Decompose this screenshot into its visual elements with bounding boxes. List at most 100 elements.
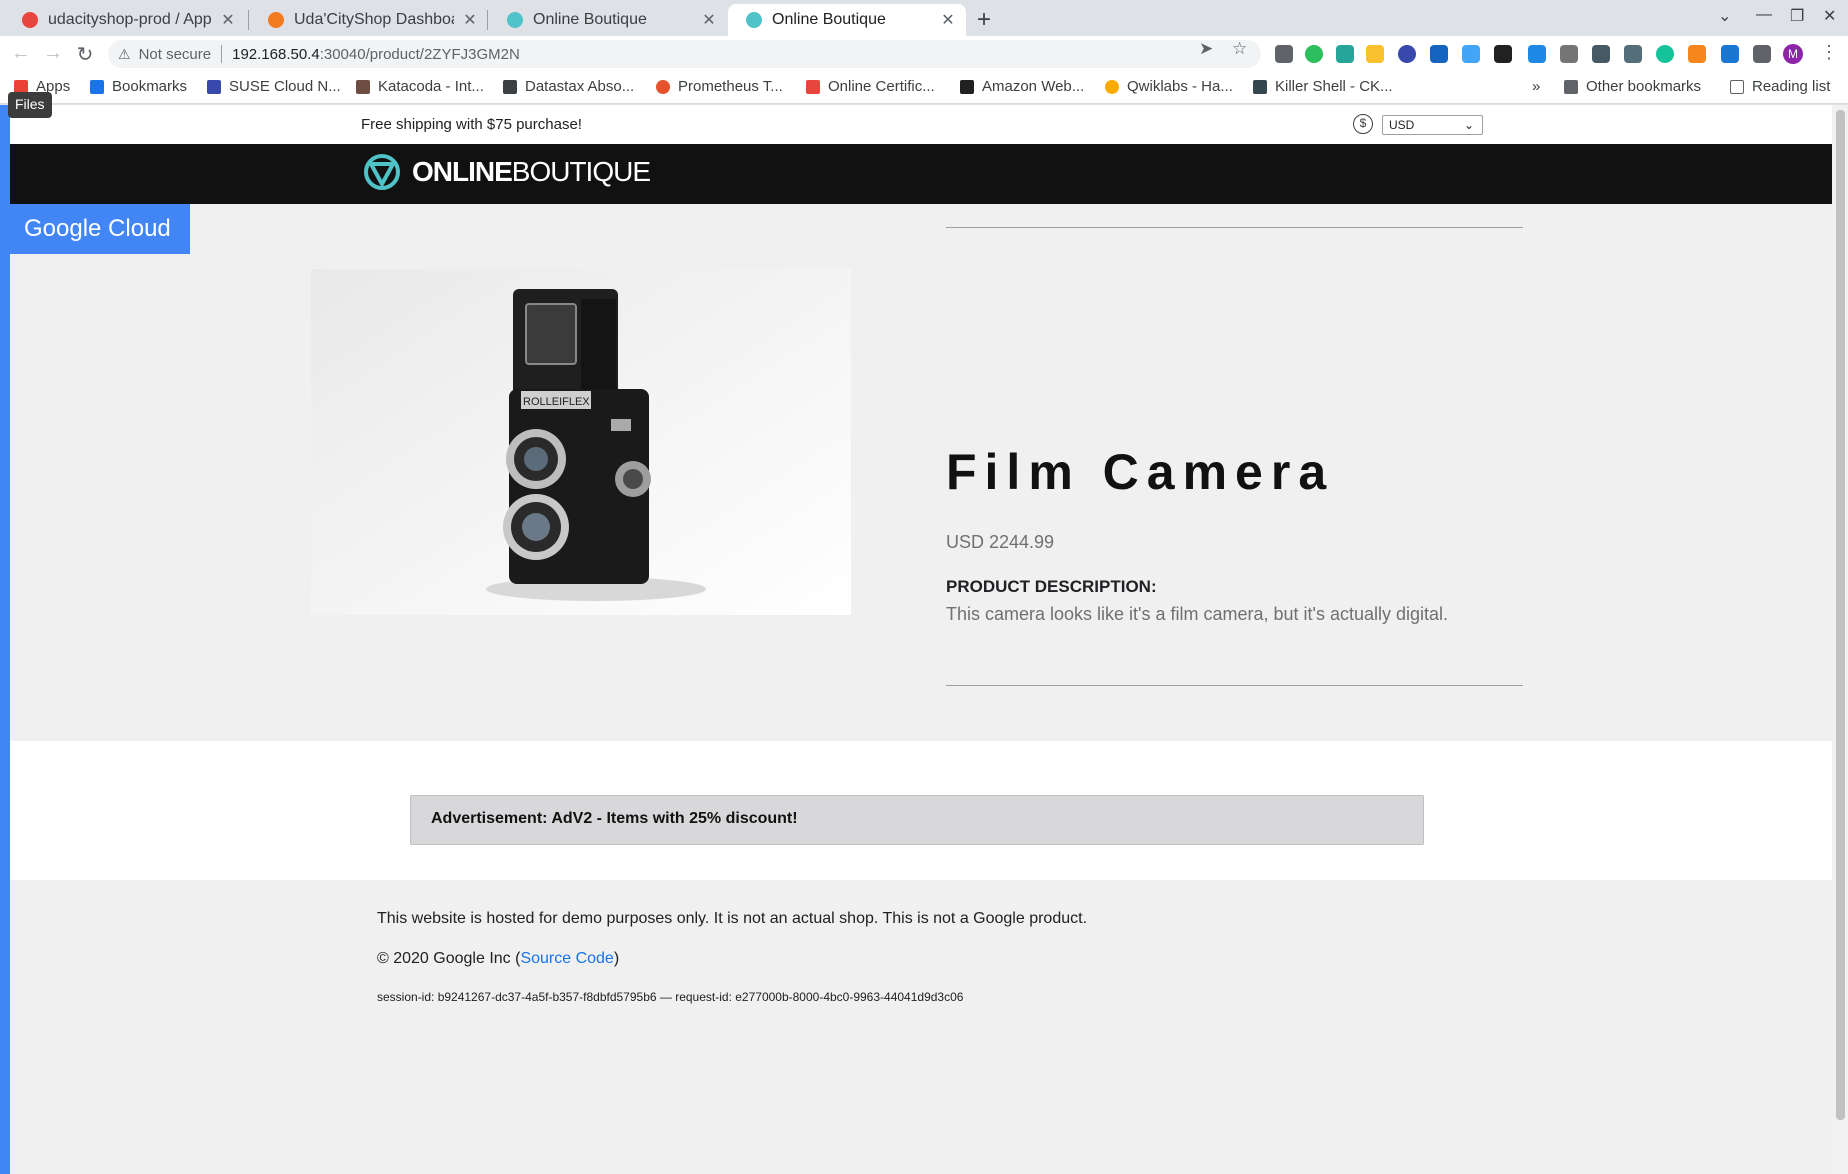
tab-label: Online Boutique [772,11,886,28]
product-description-heading: PRODUCT DESCRIPTION: [946,577,1157,596]
boutique-favicon-icon [507,12,523,28]
extension-metamask-icon[interactable] [1688,45,1706,63]
extension-bitwarden-icon[interactable] [1721,45,1739,63]
reading-list-icon [1730,79,1744,94]
tab-close-icon[interactable]: ✕ [940,10,956,30]
tab-label: udacityshop-prod / Applic [48,11,212,28]
tab-search-icon[interactable]: ⌄ [1718,6,1731,26]
restore-button[interactable]: ❐ [1790,6,1804,26]
bookmark-prometheus[interactable]: Prometheus T... [656,78,783,95]
online-boutique-logo[interactable]: ONLINE BOUTIQUE [362,152,651,192]
product-price: USD 2244.99 [946,532,1055,552]
scrollbar-thumb[interactable] [1836,110,1845,1120]
bookmark-label: Qwiklabs - Ha... [1127,78,1233,95]
extension-dark-icon[interactable] [1624,45,1642,63]
extension-tabs-icon[interactable] [1275,45,1293,63]
google-cloud-badge: Google Cloud [10,204,190,254]
bookmark-label: Killer Shell - CK... [1275,78,1393,95]
bookmark-suse[interactable]: SUSE Cloud N... [207,78,341,95]
killer-shell-icon [1253,79,1267,94]
extension-blue-icon[interactable] [1462,45,1480,63]
tab-close-icon[interactable]: ✕ [220,10,236,30]
tab-close-icon[interactable]: ✕ [462,10,478,30]
extension-cloud-icon[interactable] [1398,45,1416,63]
katacoda-icon [356,79,370,94]
address-bar[interactable]: ⚠ Not secure 192.168.50.4 :30040/product… [108,40,1261,68]
boutique-favicon-icon [746,12,762,28]
page-footer: This website is hosted for demo purposes… [10,880,1832,1012]
extension-teal-icon[interactable] [1336,45,1354,63]
extension-t-icon[interactable] [1430,45,1448,63]
film-camera-illustration: ROLLEIFLEX [311,269,851,615]
tab-label: Online Boutique [533,11,647,28]
bookmark-amazon[interactable]: Amazon Web... [960,78,1084,95]
product-title: Film Camera [946,444,1335,500]
minimize-button[interactable]: — [1756,6,1772,24]
extensions-puzzle-icon[interactable] [1753,45,1771,63]
tab-label: Uda'CityShop Dashboard [294,11,454,28]
reading-list[interactable]: Reading list [1730,78,1830,95]
currency-value: USD [1389,118,1415,132]
source-code-link[interactable]: Source Code [520,950,613,967]
not-secure-icon[interactable]: ⚠ [118,46,131,63]
bookmark-killer-shell[interactable]: Killer Shell - CK... [1253,78,1393,95]
security-status[interactable]: Not secure [139,46,212,63]
bookmark-label: Online Certific... [828,78,935,95]
forward-button[interactable]: → [41,42,65,65]
extension-gray-icon[interactable] [1560,45,1578,63]
bookmark-online-certific[interactable]: Online Certific... [806,78,935,95]
bookmark-qwiklabs[interactable]: Qwiklabs - Ha... [1105,78,1233,95]
bookmark-katacoda[interactable]: Katacoda - Int... [356,78,484,95]
left-accent-bar [0,105,10,1174]
bookmark-label: Datastax Abso... [525,78,635,95]
tab-udacityshop-prod[interactable]: udacityshop-prod / Applic ✕ [4,4,246,36]
tab-close-icon[interactable]: ✕ [701,10,717,30]
browser-toolbar: ← → ↻ ⚠ Not secure 192.168.50.4 :30040/p… [0,36,1848,72]
bookmark-datastax[interactable]: Datastax Abso... [503,78,634,95]
tab-online-boutique-active[interactable]: Online Boutique ✕ [728,4,966,36]
shop-navbar: ONLINE BOUTIQUE [10,144,1832,204]
other-bookmarks[interactable]: Other bookmarks [1564,78,1701,95]
profile-avatar[interactable]: M [1783,44,1803,64]
menu-kebab-icon[interactable]: ⋮ [1820,42,1838,63]
files-tooltip: Files [8,92,52,118]
advertisement-banner[interactable]: Advertisement: AdV2 - Items with 25% dis… [410,795,1424,845]
url-host: 192.168.50.4 [232,45,320,63]
extension-grammarly-icon[interactable] [1656,45,1674,63]
currency-icon: $ [1353,114,1373,134]
boutique-logo-icon [364,154,400,190]
chevron-down-icon: ⌄ [1463,118,1474,132]
tab-online-boutique-1[interactable]: Online Boutique ✕ [489,4,727,36]
footer-notice: This website is hosted for demo purposes… [377,910,1088,927]
grafana-favicon-icon [22,12,38,28]
tab-divider [248,10,249,30]
amazon-icon [960,79,974,94]
tab-divider [487,10,488,30]
other-bookmarks-label: Other bookmarks [1586,78,1702,95]
currency-select[interactable]: USD ⌄ [1382,115,1483,135]
page-viewport: Free shipping with $75 purchase! $ USD ⌄… [0,105,1848,1174]
close-window-button[interactable]: ✕ [1823,6,1836,26]
tab-udacityshop-dashboard[interactable]: Uda'CityShop Dashboard ✕ [250,4,488,36]
bookmark-bookmarks[interactable]: Bookmarks [90,78,187,95]
bookmark-label: Prometheus T... [678,78,783,95]
bookmark-label: Bookmarks [112,78,188,95]
bookmark-star-icon[interactable]: ☆ [1232,39,1247,59]
new-tab-button[interactable]: + [977,6,991,34]
product-divider-bottom [946,685,1523,686]
omnibox-divider [221,45,223,63]
extension-cube-icon[interactable] [1494,45,1512,63]
extension-puzzle-blue-icon[interactable] [1528,45,1546,63]
bookmarks-overflow-icon[interactable]: » [1532,78,1540,95]
send-to-device-icon[interactable]: ➤ [1199,39,1213,59]
reading-list-label: Reading list [1752,78,1831,95]
extension-evernote-icon[interactable] [1305,45,1323,63]
back-button[interactable]: ← [9,42,33,65]
reload-button[interactable]: ↻ [73,42,97,67]
shop-topbar: Free shipping with $75 purchase! $ USD ⌄ [10,105,1832,144]
bookmark-label: SUSE Cloud N... [229,78,341,95]
url-path: :30040/product/2ZYFJ3GM2N [319,45,520,63]
datastax-icon [503,79,517,94]
extension-csp-icon[interactable] [1592,45,1610,63]
extension-yellow-icon[interactable] [1366,45,1384,63]
